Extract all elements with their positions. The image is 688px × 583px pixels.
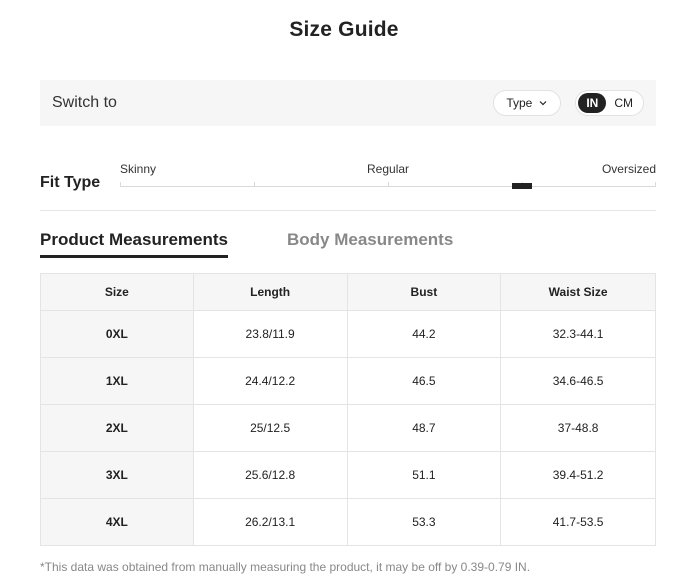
fit-scale-skinny: Skinny [120,162,157,176]
fit-type-scale: Skinny Regular Oversized [120,158,656,192]
length-cell: 25/12.5 [192,404,348,452]
length-cell: 25.6/12.8 [192,451,348,499]
table-row: 4XL 26.2/13.1 53.3 41.7-53.5 [40,498,656,546]
tab-product-measurements[interactable]: Product Measurements [40,230,228,258]
table-row: 0XL 23.8/11.9 44.2 32.3-44.1 [40,310,656,358]
fit-type-label: Fit Type [40,174,101,191]
bust-cell: 46.5 [346,357,502,405]
unit-switch-bar: Switch to Type IN CM [40,80,656,126]
column-header-waist-size: Waist Size [500,273,656,311]
bust-cell: 44.2 [346,310,502,358]
size-cell: 4XL [40,498,194,546]
switch-label: Switch to [52,94,117,111]
divider [40,210,656,211]
fit-level-marker [512,183,532,189]
bust-cell: 48.7 [346,404,502,452]
waist-cell: 34.6-46.5 [500,357,656,405]
waist-cell: 41.7-53.5 [500,498,656,546]
size-table: Size Length Bust Waist Size 0XL 23.8/11.… [40,273,656,546]
column-header-length: Length [192,273,348,311]
fit-scale-regular: Regular [367,162,410,176]
fit-scale-notch [655,182,656,187]
table-row: 1XL 24.4/12.2 46.5 34.6-46.5 [40,357,656,405]
size-cell: 3XL [40,451,194,499]
unit-option-in[interactable]: IN [578,93,607,113]
table-header-row: Size Length Bust Waist Size [40,273,656,311]
chevron-down-icon [539,101,547,106]
measurement-disclaimer: *This data was obtained from manually me… [40,560,531,574]
page-title: Size Guide [289,18,399,41]
unit-option-cm[interactable]: CM [606,93,641,113]
fit-scale-notch [388,182,389,187]
length-cell: 26.2/13.1 [192,498,348,546]
bust-cell: 53.3 [346,498,502,546]
tab-body-measurements[interactable]: Body Measurements [287,230,453,255]
table-row: 3XL 25.6/12.8 51.1 39.4-51.2 [40,451,656,499]
waist-cell: 32.3-44.1 [500,310,656,358]
table-row: 2XL 25/12.5 48.7 37-48.8 [40,404,656,452]
column-header-bust: Bust [346,273,502,311]
size-cell: 0XL [40,310,194,358]
length-cell: 24.4/12.2 [192,357,348,405]
size-cell: 2XL [40,404,194,452]
fit-type-row: Fit Type Skinny Regular Oversized [40,158,656,198]
waist-cell: 39.4-51.2 [500,451,656,499]
waist-cell: 37-48.8 [500,404,656,452]
column-header-size: Size [40,273,194,311]
unit-toggle[interactable]: IN CM [575,90,644,116]
fit-scale-notch [120,182,121,187]
fit-scale-notch [254,182,255,187]
size-cell: 1XL [40,357,194,405]
fit-scale-oversized: Oversized [601,162,656,176]
length-cell: 23.8/11.9 [192,310,348,358]
bust-cell: 51.1 [346,451,502,499]
type-select-label: Type [506,96,533,110]
type-select[interactable]: Type [493,90,562,116]
